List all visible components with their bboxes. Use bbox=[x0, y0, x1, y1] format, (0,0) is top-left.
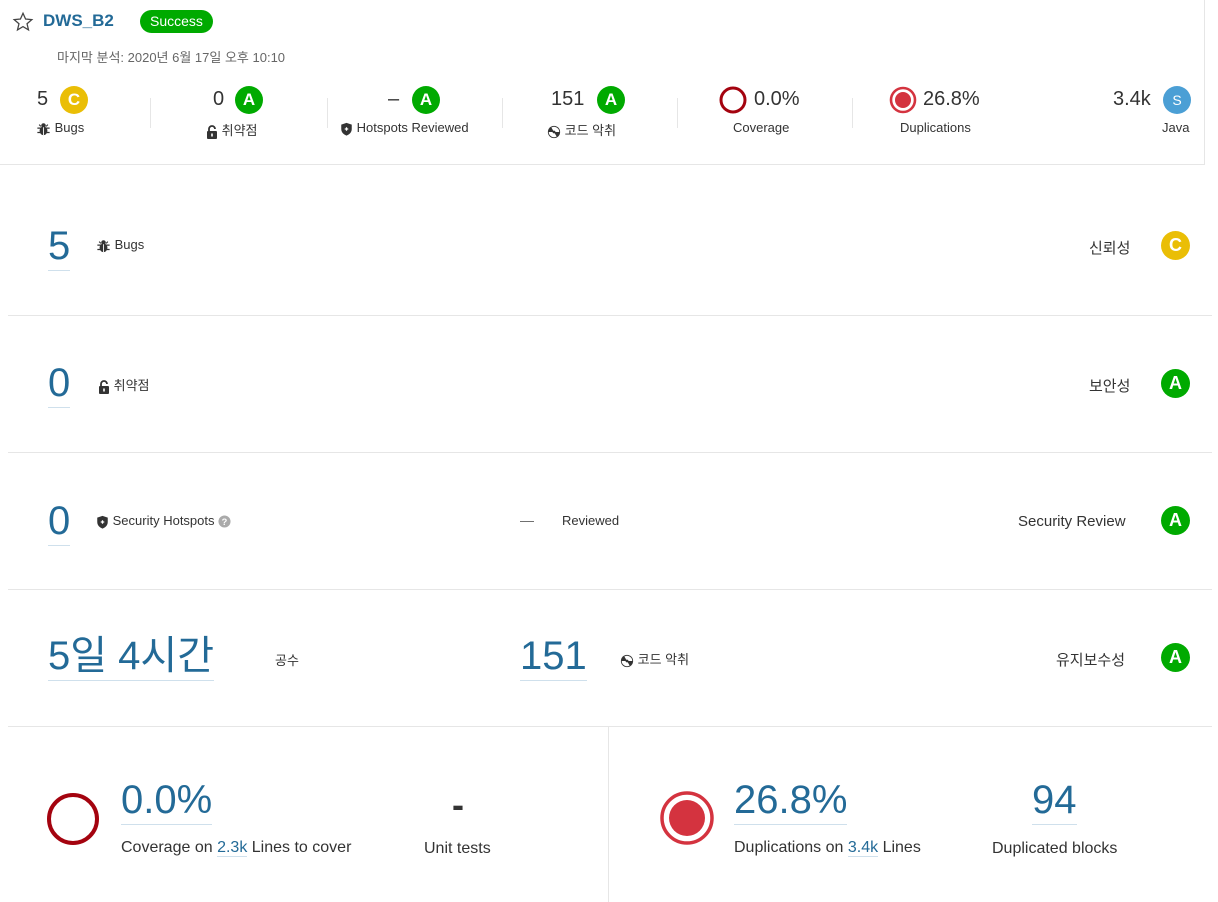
maintainability-rating-badge[interactable]: A bbox=[1161, 643, 1190, 672]
hotspots-reviewed-value[interactable]: – bbox=[388, 88, 399, 111]
separator bbox=[327, 98, 328, 128]
coverage-label: Coverage bbox=[733, 120, 790, 135]
summary-vulnerabilities[interactable]: 0 A 취약점 bbox=[152, 86, 327, 146]
separator bbox=[852, 98, 853, 128]
code-smells-count[interactable]: 151 bbox=[551, 88, 584, 111]
security-review-section: 0 Security Hotspots ? — Reviewed Securit… bbox=[8, 452, 1212, 589]
coverage-prefix: Coverage on bbox=[121, 839, 213, 856]
bugs-rating-badge: C bbox=[60, 86, 88, 114]
separator bbox=[677, 98, 678, 128]
column-divider bbox=[608, 726, 609, 902]
code-smells-label-text: 코드 악취 bbox=[564, 123, 617, 138]
coverage-value[interactable]: 0.0% bbox=[754, 88, 800, 111]
security-vulnerabilities-label: 취약점 bbox=[98, 375, 150, 394]
lock-icon bbox=[99, 379, 109, 394]
coverage-suffix: Lines to cover bbox=[251, 839, 352, 856]
reliability-rating-label: 신뢰성 bbox=[1089, 240, 1131, 257]
separator bbox=[502, 98, 503, 128]
security-hotspots-label-text: Security Hotspots bbox=[112, 513, 215, 528]
security-rating-label: 보안성 bbox=[1089, 378, 1131, 395]
bugs-label: Bugs bbox=[36, 120, 84, 136]
security-hotspots-label: Security Hotspots ? bbox=[96, 513, 231, 529]
technical-debt-label: 공수 bbox=[275, 653, 299, 668]
code-smells-label: 코드 악취 bbox=[547, 120, 616, 139]
help-icon[interactable]: ? bbox=[218, 515, 231, 528]
security-hotspots-count[interactable]: 0 bbox=[48, 499, 71, 546]
hotspots-label: Hotspots Reviewed bbox=[340, 120, 469, 136]
duplications-value[interactable]: 26.8% bbox=[923, 88, 980, 111]
shield-icon bbox=[97, 515, 108, 529]
vulnerabilities-rating-badge: A bbox=[235, 86, 263, 114]
reliability-bugs-label-text: Bugs bbox=[114, 237, 145, 252]
size-rating-badge: S bbox=[1163, 86, 1191, 114]
coverage-lines-text: Coverage on 2.3k Lines to cover bbox=[121, 839, 351, 857]
security-review-rating-label: Security Review bbox=[1018, 513, 1126, 530]
vulnerabilities-count[interactable]: 0 bbox=[213, 88, 224, 111]
lock-icon bbox=[207, 124, 217, 139]
hotspots-label-text: Hotspots Reviewed bbox=[356, 120, 469, 135]
shield-icon bbox=[341, 122, 352, 136]
radiation-icon bbox=[620, 654, 634, 667]
maintainability-rating-label: 유지보수성 bbox=[1056, 652, 1126, 669]
duplications-suffix: Lines bbox=[882, 839, 921, 856]
hotspots-rating-badge: A bbox=[412, 86, 440, 114]
duplications-ring-icon bbox=[660, 791, 714, 845]
reliability-section: 5 Bugs 신뢰성 C bbox=[8, 178, 1212, 315]
technical-debt-value[interactable]: 5일 4시간 bbox=[48, 634, 215, 681]
unit-tests-label: Unit tests bbox=[424, 840, 491, 857]
summary-coverage[interactable]: 0.0% Coverage bbox=[679, 86, 854, 146]
summary-hotspots[interactable]: – A Hotspots Reviewed bbox=[329, 86, 504, 146]
separator bbox=[150, 98, 151, 128]
scrollbar-track[interactable] bbox=[1204, 0, 1218, 165]
summary-bugs[interactable]: 5 C Bugs bbox=[0, 86, 150, 146]
lines-to-cover-link[interactable]: 2.3k bbox=[217, 839, 248, 857]
duplications-lines-text: Duplications on 3.4k Lines bbox=[734, 839, 921, 857]
hotspots-reviewed-percent[interactable]: — bbox=[520, 512, 534, 528]
reliability-bugs-label: Bugs bbox=[96, 237, 144, 253]
summary-code-smells[interactable]: 151 A 코드 악취 bbox=[504, 86, 679, 146]
lines-of-code-value[interactable]: 3.4k bbox=[1113, 88, 1151, 111]
code-smells-rating-badge: A bbox=[597, 86, 625, 114]
project-name-link[interactable]: DWS_B2 bbox=[43, 11, 114, 31]
bugs-label-text: Bugs bbox=[54, 120, 85, 135]
maintainability-section: 5일 4시간 공수 151 코드 악취 유지보수성 A bbox=[8, 589, 1212, 726]
coverage-percent-large[interactable]: 0.0% bbox=[121, 778, 213, 825]
summary-duplications[interactable]: 26.8% Duplications bbox=[854, 86, 1029, 146]
duplicated-blocks-label: Duplicated blocks bbox=[992, 840, 1118, 857]
duplications-prefix: Duplications on bbox=[734, 839, 844, 856]
maintainability-code-smells-label: 코드 악취 bbox=[620, 649, 689, 668]
security-rating-badge[interactable]: A bbox=[1161, 369, 1190, 398]
coverage-ring-icon bbox=[47, 793, 99, 845]
vulnerabilities-label: 취약점 bbox=[206, 120, 258, 139]
duplications-percent-large[interactable]: 26.8% bbox=[734, 778, 848, 825]
vulnerabilities-label-text: 취약점 bbox=[221, 123, 258, 138]
reliability-bugs-count[interactable]: 5 bbox=[48, 224, 71, 271]
summary-size[interactable]: 3.4k S Java bbox=[1060, 86, 1200, 146]
bugs-count[interactable]: 5 bbox=[37, 88, 48, 111]
duplicated-lines-link[interactable]: 3.4k bbox=[847, 839, 879, 857]
security-review-rating-badge[interactable]: A bbox=[1161, 506, 1190, 535]
last-analysis-date: 마지막 분석: 2020년 6월 17일 오후 10:10 bbox=[57, 50, 286, 65]
favorite-star-icon[interactable] bbox=[12, 11, 34, 33]
language-label: Java bbox=[1162, 120, 1190, 135]
maintainability-code-smells-label-text: 코드 악취 bbox=[637, 652, 690, 667]
project-summary-header: DWS_B2 Success 마지막 분석: 2020년 6월 17일 오후 1… bbox=[0, 0, 1204, 165]
vulnerabilities-count-large[interactable]: 0 bbox=[48, 361, 71, 408]
radiation-icon bbox=[547, 125, 561, 138]
coverage-ring-icon bbox=[719, 86, 747, 114]
quality-gate-status-badge[interactable]: Success bbox=[140, 10, 213, 33]
duplications-ring-icon bbox=[889, 86, 917, 114]
code-smells-count-large[interactable]: 151 bbox=[520, 634, 587, 681]
duplicated-blocks-value[interactable]: 94 bbox=[1032, 778, 1077, 825]
security-vulnerabilities-label-text: 취약점 bbox=[113, 378, 150, 393]
hotspots-reviewed-label: Reviewed bbox=[562, 513, 620, 528]
reliability-rating-badge[interactable]: C bbox=[1161, 231, 1190, 260]
bug-icon bbox=[37, 122, 50, 135]
duplications-label: Duplications bbox=[900, 120, 971, 135]
bug-icon bbox=[97, 239, 110, 252]
unit-tests-value[interactable]: - bbox=[452, 784, 464, 826]
svg-text:?: ? bbox=[222, 517, 228, 527]
security-section: 0 취약점 보안성 A bbox=[8, 315, 1212, 452]
